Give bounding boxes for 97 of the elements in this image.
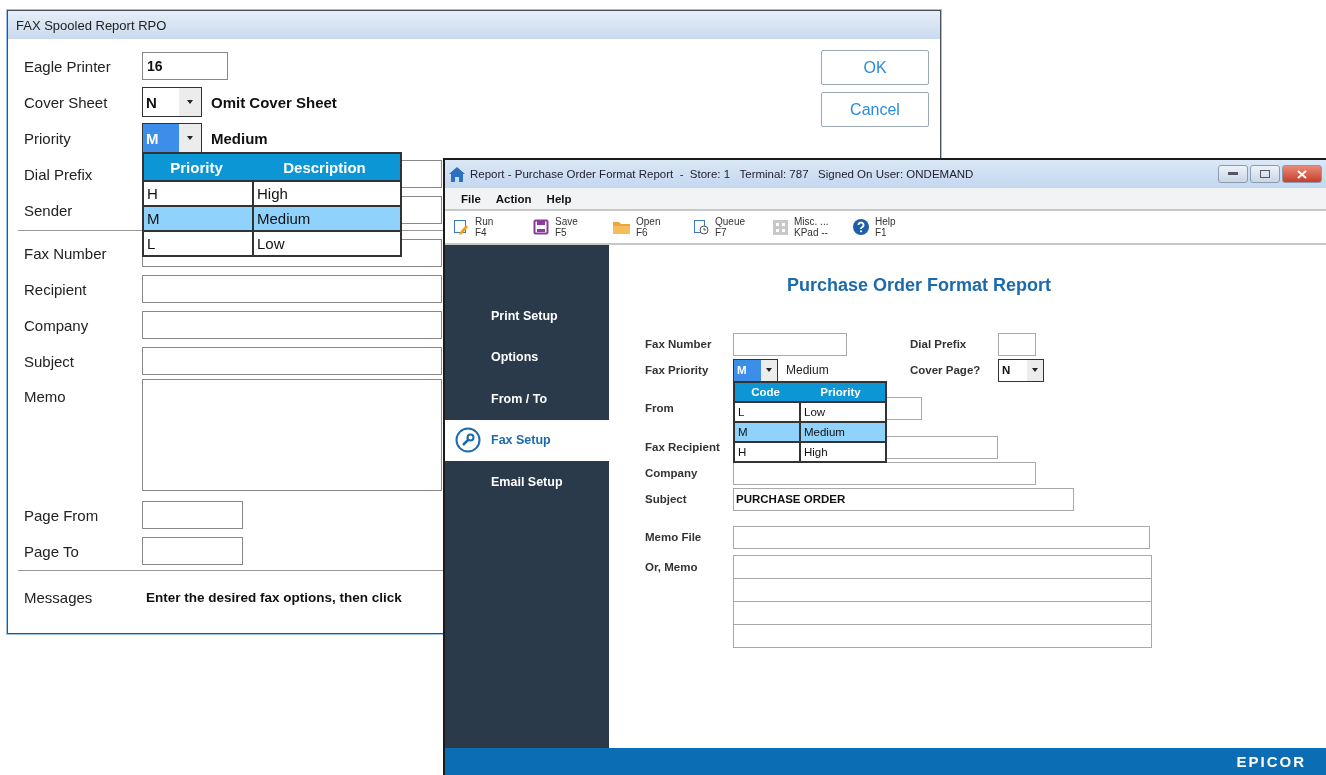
close-button[interactable] <box>1282 165 1322 183</box>
field-label: Messages <box>24 588 94 606</box>
text-field[interactable] <box>733 461 1036 485</box>
menu-item[interactable]: Action <box>489 192 541 205</box>
dropdown-field[interactable]: N <box>142 87 202 117</box>
text-field[interactable] <box>998 332 1036 356</box>
memo-field[interactable] <box>142 379 442 491</box>
list-row[interactable]: H High <box>735 440 885 461</box>
window-title: FAX Spooled Report RPO <box>16 17 167 33</box>
text-field[interactable] <box>142 501 243 529</box>
field-label: From <box>645 402 675 414</box>
field-label: Page From <box>24 506 100 524</box>
toolbar-button[interactable]: Open F6 <box>613 216 693 238</box>
field-label: Dial Prefix <box>24 165 94 183</box>
toolbar-button[interactable]: Help F1 <box>853 216 933 238</box>
close-icon <box>1297 169 1307 179</box>
list-row[interactable]: M Medium <box>735 420 885 441</box>
status-message: Enter the desired fax options, then click <box>146 589 402 605</box>
maximize-button[interactable] <box>1250 165 1280 183</box>
toolbar-button[interactable]: Run F4 <box>453 216 533 238</box>
minimize-icon <box>1228 172 1238 176</box>
value-description: Medium <box>211 129 268 147</box>
dialog-button[interactable]: Cancel <box>821 92 929 127</box>
value-description: Omit Cover Sheet <box>211 93 337 111</box>
field-label: Cover Sheet <box>24 93 109 111</box>
text-field[interactable] <box>142 275 442 303</box>
minimize-button[interactable] <box>1218 165 1248 183</box>
list-cell: L <box>144 232 254 255</box>
list-cell-text: Low <box>256 234 286 254</box>
dialog-button[interactable]: OK <box>821 50 929 85</box>
toolbar-button[interactable]: Queue F7 <box>693 216 773 238</box>
field-label: Sender <box>24 201 74 219</box>
list-row[interactable]: L Low <box>735 400 885 421</box>
field-label: Fax Recipient <box>645 441 721 453</box>
field-label: Subject <box>24 352 76 370</box>
memo-field[interactable] <box>733 555 1152 648</box>
text-field[interactable] <box>733 525 1150 549</box>
list-cell-text: Medium <box>803 424 846 440</box>
toolbar-button[interactable]: Save F5 <box>533 216 613 238</box>
dropdown-field[interactable]: N <box>998 358 1044 382</box>
wrench-icon <box>455 427 481 454</box>
toolbar-button[interactable]: Misc. ... KPad -- <box>773 216 853 238</box>
dropdown-value: N <box>145 92 158 113</box>
list-cell-text: Low <box>803 404 827 420</box>
field-label: Eagle Printer <box>24 57 112 75</box>
dropdown-value: M <box>143 124 179 152</box>
folder-icon <box>613 220 630 234</box>
sidebar-item[interactable]: Email Setup <box>445 461 609 503</box>
column-header: Code <box>750 384 781 400</box>
menu-item[interactable]: Help <box>540 192 581 205</box>
sidebar-item[interactable]: Fax Setup <box>445 419 609 461</box>
page-heading: Purchase Order Format Report <box>785 275 1053 296</box>
field-label: Cover Page? <box>910 364 982 376</box>
field-label: Company <box>645 467 699 479</box>
list-row[interactable]: M Medium <box>144 205 400 230</box>
text-field[interactable]: PURCHASE ORDER <box>733 487 1074 511</box>
field-label: Fax Number <box>24 244 108 262</box>
field-label: Priority <box>24 129 72 147</box>
field-label: Fax Number <box>645 338 713 350</box>
field-label: Fax Priority <box>645 364 710 376</box>
field-label: Subject <box>645 493 688 505</box>
list-cell: H <box>735 442 801 461</box>
document-clock-icon <box>693 219 709 235</box>
sidebar-item[interactable]: Options <box>445 336 609 378</box>
column-header: Priority <box>819 384 862 400</box>
field-label: Memo <box>24 387 67 407</box>
dropdown-value: N <box>1001 363 1012 378</box>
text-field[interactable]: 16 <box>142 52 228 80</box>
column-header: Description <box>282 157 367 178</box>
keypad-icon <box>773 219 788 235</box>
list-row[interactable]: H High <box>144 180 400 205</box>
list-row[interactable]: L Low <box>144 230 400 255</box>
maximize-icon <box>1260 170 1270 178</box>
column-header: Priority <box>169 157 224 178</box>
field-label: Or, Memo <box>645 560 699 573</box>
list-cell-text: Medium <box>256 209 312 229</box>
value-description: Medium <box>786 363 829 377</box>
sidebar-item[interactable]: From / To <box>445 378 609 420</box>
field-label: Recipient <box>24 280 88 298</box>
field-label: Dial Prefix <box>910 338 968 350</box>
dropdown-value: M <box>734 359 761 381</box>
brand-logo: EPICOR <box>1236 753 1306 770</box>
text-field[interactable] <box>142 311 442 339</box>
field-label: Page To <box>24 542 80 560</box>
document-pencil-icon <box>453 219 469 235</box>
help-icon <box>853 219 869 235</box>
field-label: Company <box>24 316 90 334</box>
text-field[interactable] <box>142 347 442 375</box>
home-icon <box>449 166 465 182</box>
window-title: Report - Purchase Order Format Report - Store: 1 Terminal: 787 Signed On User: ONDEMAND <box>470 168 975 180</box>
list-cell-text: High <box>256 184 289 204</box>
sidebar-item[interactable]: Print Setup <box>445 295 609 337</box>
field-label: Memo File <box>645 531 703 543</box>
text-field[interactable] <box>733 332 847 356</box>
list-cell-text: High <box>803 444 829 460</box>
menu-item[interactable]: File <box>455 192 490 205</box>
text-field[interactable] <box>142 537 243 565</box>
